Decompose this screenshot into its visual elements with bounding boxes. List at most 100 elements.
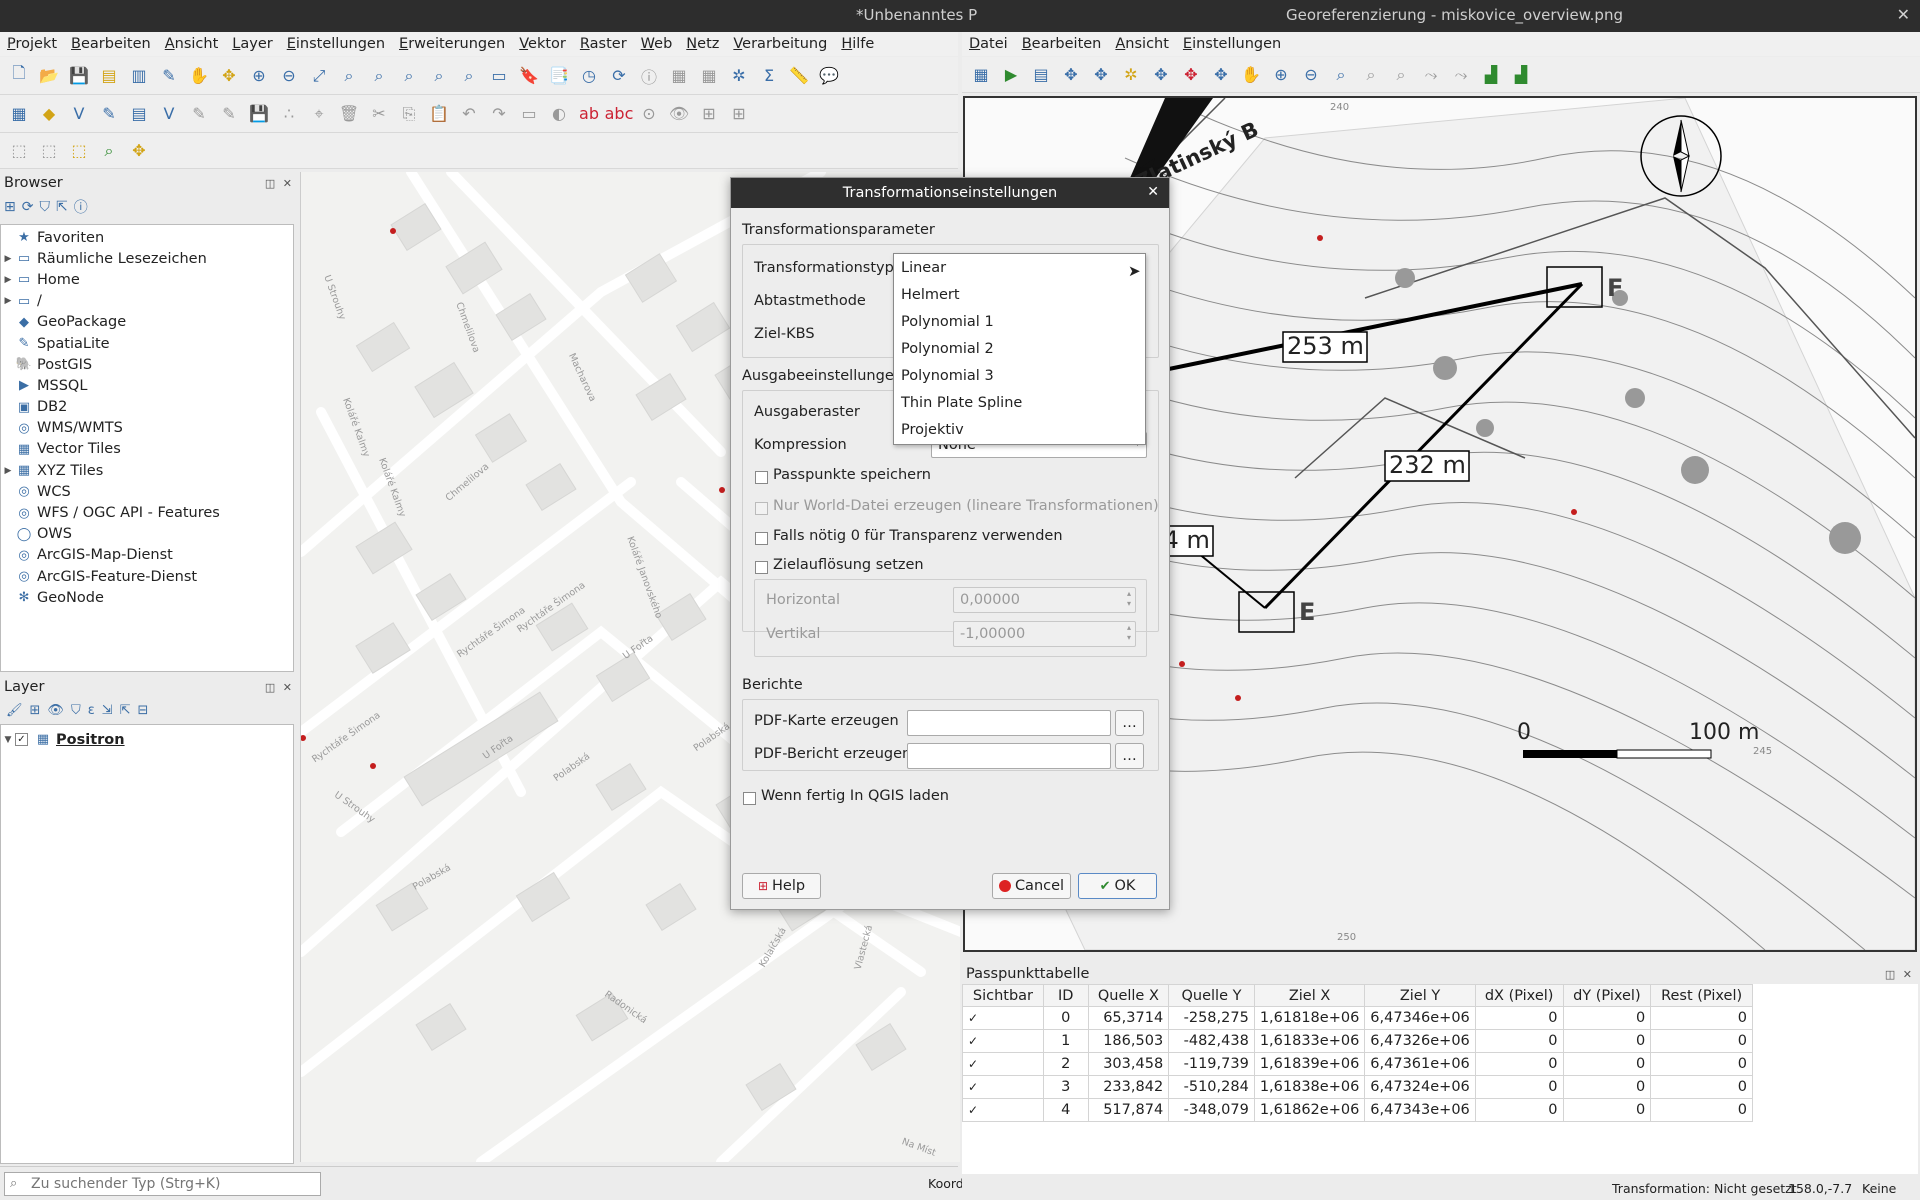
copy-icon[interactable]: ⎘ [396,101,422,127]
browser-item[interactable]: ◎ WCS [1,481,293,502]
pdf-report-input[interactable] [907,743,1111,769]
browser-item[interactable]: ▦ Vector Tiles [1,439,293,460]
filter-icon[interactable]: ⛉ [71,703,81,718]
paste-icon[interactable]: 📋 [426,101,452,127]
menu-item[interactable]: Bearbeiten [1015,36,1109,52]
expand-arrow-icon[interactable]: ▶ [1,275,15,285]
menu-item[interactable]: Erweiterungen [392,36,512,52]
filter-expression-icon[interactable]: ε [88,703,95,718]
column-header[interactable]: Ziel Y [1364,984,1476,1007]
menu-item[interactable]: Hilfe [834,36,881,52]
zoom-layer-icon[interactable]: ⌕ [366,63,392,89]
panel-float-close-icon[interactable]: ◫ ✕ [265,681,298,694]
browser-item[interactable]: ◆ GeoPackage [1,312,293,333]
save-gcp-icon[interactable]: ✥ [1088,62,1114,88]
table-row[interactable]: ✓ 2 303,458 -119,739 1,61839e+06 6,47361e+06 0… [962,1052,1753,1076]
table-row[interactable]: ✓ 0 65,3714 -258,275 1,61818e+06 6,47346e+06 0… [962,1006,1753,1030]
expand-arrow-icon[interactable]: ▶ [1,466,15,476]
zoom-next-icon[interactable]: ⌕ [1388,62,1414,88]
browser-item[interactable]: ◯ OWS [1,524,293,545]
menu-item[interactable]: Einstellungen [1176,36,1288,52]
open-project-icon[interactable]: 📂 [36,63,62,89]
label-diagram-icon[interactable]: ◐ [546,101,572,127]
column-header[interactable]: dY (Pixel) [1562,984,1652,1007]
save-gcps-checkbox[interactable] [755,471,768,484]
style-icon[interactable]: 🖌 [6,703,23,718]
vertex-tool-icon[interactable]: ⌖ [306,101,332,127]
identify-icon[interactable]: ⓘ [636,63,662,89]
load-in-qgis-checkbox[interactable] [743,792,756,805]
delete-icon[interactable]: 🗑 [336,101,362,127]
delete-point-icon[interactable]: ✥ [1178,62,1204,88]
horizontal-spinbox[interactable]: 0,00000 ▴ ▾ [953,587,1136,613]
visible-checkbox[interactable]: ✓ [962,1098,1044,1122]
dropdown-option[interactable]: Helmert [894,281,1145,308]
menu-item[interactable]: Raster [573,36,634,52]
browser-item[interactable]: ◎ WFS / OGC API - Features [1,502,293,523]
style-manager-icon[interactable]: ✎ [156,63,182,89]
menu-item[interactable]: Web [634,36,680,52]
browser-item[interactable]: ◎ WMS/WMTS [1,418,293,439]
save-edits-icon[interactable]: 💾 [246,101,272,127]
transformation-settings-icon[interactable]: ✲ [1118,62,1144,88]
cancel-button[interactable]: Cancel [992,873,1071,899]
browser-item[interactable]: ◎ ArcGIS-Map-Dienst [1,545,293,566]
column-header[interactable]: Sichtbar [962,984,1044,1007]
expand-arrow-icon[interactable]: ▶ [1,254,15,264]
transform-type-dropdown[interactable]: Linear Helmert Polynomial 1 Polynomial 2 Pol… [893,253,1146,445]
filter-icon[interactable]: ⛉ [39,199,50,215]
pdf-report-browse-button[interactable]: … [1115,743,1144,769]
column-header[interactable]: ID [1042,984,1089,1007]
attribute-table-icon[interactable]: ▦ [666,63,692,89]
start-georeferencing-icon[interactable]: ▶ [998,62,1024,88]
column-header[interactable]: Ziel X [1253,984,1366,1007]
label-toolbar-icon[interactable]: ab [576,101,602,127]
spinner-icon[interactable]: ▴ ▾ [1127,589,1131,609]
new-spatialite-icon[interactable]: ✎ [96,101,122,127]
measure-icon[interactable]: 📏 [786,63,812,89]
new-geopackage-icon[interactable]: ◆ [36,101,62,127]
menu-item[interactable]: Netz [679,36,726,52]
cut-icon[interactable]: ✂ [366,101,392,127]
zoom-out-icon[interactable]: ⊖ [276,63,302,89]
open-raster-icon[interactable]: ▦ [968,62,994,88]
table-row[interactable]: ✓ 4 517,874 -348,079 1,61862e+06 6,47343e+06 0… [962,1098,1753,1122]
menu-item[interactable]: Bearbeiten [64,36,158,52]
new-temp-layer-icon[interactable]: ▤ [126,101,152,127]
column-header[interactable]: Rest (Pixel) [1650,984,1753,1007]
remove-layer-icon[interactable]: ⊟ [138,703,149,718]
label-highlight-icon[interactable]: abc [605,101,634,127]
bookmark-new-icon[interactable]: 🔖 [516,63,542,89]
panel-float-close-icon[interactable]: ◫ ✕ [265,177,298,190]
dropdown-option[interactable]: Thin Plate Spline [894,389,1145,416]
zoom-layer-icon[interactable]: ⌕ [1328,62,1354,88]
new-project-icon[interactable]: 🗋 [6,63,32,89]
dropdown-option[interactable]: Polynomial 2 [894,335,1145,362]
collapse-all-icon[interactable]: ⇱ [56,199,68,215]
layer-item[interactable]: ▼ ✓ ▦ Positron [1,729,293,750]
browser-item[interactable]: ▶ ▭ Räumliche Lesezeichen [1,248,293,269]
select-value-icon[interactable]: ⬚ [36,138,62,164]
browser-item[interactable]: ▶ ▦ XYZ Tiles [1,460,293,481]
collapse-all-icon[interactable]: ⇱ [120,703,131,718]
browser-item[interactable]: ▣ DB2 [1,397,293,418]
close-icon[interactable]: ✕ [1897,5,1910,24]
temporal-icon[interactable]: ◷ [576,63,602,89]
python-console-icon[interactable]: ⌕ [96,138,122,164]
save-project-icon[interactable]: 💾 [66,63,92,89]
add-selected-layers-icon[interactable]: ⊞ [4,199,16,215]
close-icon[interactable]: ✕ [1147,184,1159,200]
info-icon[interactable]: ⓘ [74,197,88,217]
spinner-icon[interactable]: ▴ ▾ [1127,623,1131,643]
local-histogram-icon[interactable]: ▟ [1508,62,1534,88]
world-file-checkbox[interactable] [755,502,768,515]
layout-icon[interactable]: ▤ [96,63,122,89]
zoom-in-icon[interactable]: ⊕ [1268,62,1294,88]
browser-item[interactable]: ◎ ArcGIS-Feature-Dienst [1,566,293,587]
add-group-icon[interactable]: ⊞ [30,703,41,718]
dropdown-option[interactable]: Polynomial 3 [894,362,1145,389]
edit-icon[interactable]: ✎ [186,101,212,127]
pan-icon[interactable]: ✋ [1238,62,1264,88]
column-header[interactable]: dX (Pixel) [1474,984,1564,1007]
browser-item[interactable]: ★ Favoriten [1,227,293,248]
